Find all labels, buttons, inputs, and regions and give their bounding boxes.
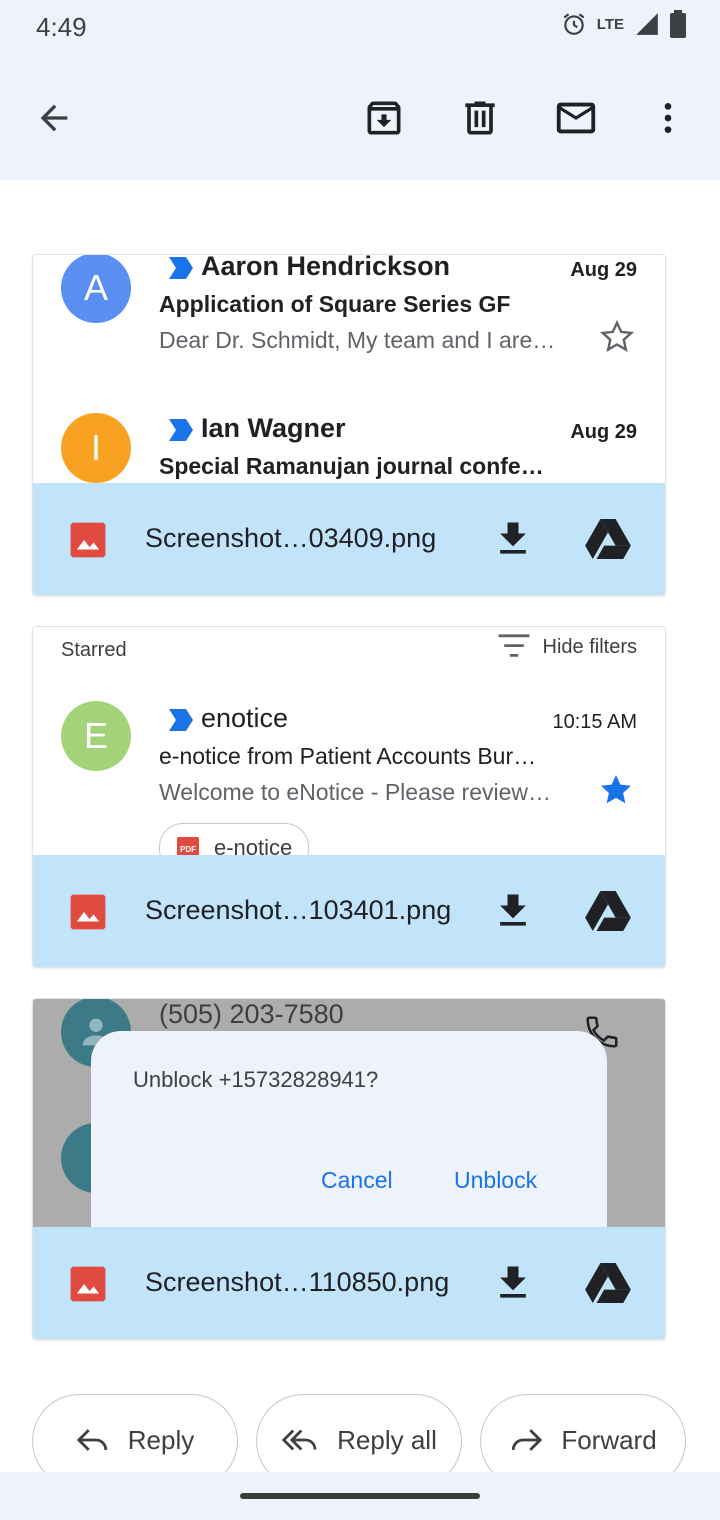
reply-actions: Reply Reply all Forward xyxy=(32,1394,692,1488)
status-icons: LTE xyxy=(561,10,686,38)
navigation-bar xyxy=(0,1472,720,1520)
important-marker-icon xyxy=(169,419,193,441)
attachment-bar-1: Screenshot…03409.png xyxy=(33,483,665,595)
attachment-card-2[interactable]: Starred Hide filters E enotice 10:15 AM … xyxy=(32,626,666,968)
status-time: 4:49 xyxy=(36,12,87,42)
sender-name: Aaron Hendrickson xyxy=(201,255,451,281)
reply-all-icon xyxy=(281,1429,317,1451)
list-item[interactable]: E enotice 10:15 AM e-notice from Patient… xyxy=(33,701,665,831)
attachment-preview-1: A Aaron Hendrickson Aug 29 Application o… xyxy=(33,255,665,483)
attachment-preview-2: Starred Hide filters E enotice 10:15 AM … xyxy=(33,627,665,855)
phone-number: (505) 203-7580 xyxy=(159,999,344,1029)
mark-unread-button[interactable] xyxy=(550,92,602,144)
download-icon[interactable] xyxy=(491,517,535,561)
archive-button[interactable] xyxy=(358,92,410,144)
reply-icon xyxy=(76,1429,107,1451)
pdf-badge-text: PDF xyxy=(180,845,196,854)
avatar: A xyxy=(61,255,131,323)
important-marker-icon xyxy=(169,257,193,279)
avatar: E xyxy=(61,701,131,771)
attachment-bar-2: Screenshot…103401.png xyxy=(33,855,665,967)
hide-filters-button[interactable]: Hide filters xyxy=(497,633,637,661)
list-item[interactable]: I Ian Wagner Aug 29 Special Ramanujan jo… xyxy=(33,413,665,483)
download-icon[interactable] xyxy=(491,889,535,933)
cancel-button[interactable]: Cancel xyxy=(321,1167,393,1194)
download-icon[interactable] xyxy=(491,1261,535,1305)
delete-icon xyxy=(465,101,495,135)
filter-icon xyxy=(498,634,529,657)
more-vert-icon xyxy=(664,103,672,133)
battery-icon xyxy=(670,10,686,38)
reply-all-label: Reply all xyxy=(337,1425,437,1455)
important-marker-icon xyxy=(169,709,193,731)
star-outline-icon[interactable] xyxy=(599,319,635,355)
email-subject: Application of Square Series GF xyxy=(159,291,511,317)
email-date: Aug 29 xyxy=(570,259,637,281)
back-button[interactable] xyxy=(28,92,80,144)
email-subject: e-notice from Patient Accounts Bur… xyxy=(159,743,537,769)
hide-filters-label: Hide filters xyxy=(542,635,637,658)
email-subject: Special Ramanujan journal confe… xyxy=(159,453,544,479)
filter-label: Starred xyxy=(61,639,127,661)
unblock-button[interactable]: Unblock xyxy=(454,1167,537,1194)
email-snippet: Dear Dr. Schmidt, My team and I are… xyxy=(159,327,556,353)
email-date: Aug 29 xyxy=(570,421,637,443)
alarm-icon xyxy=(563,13,585,35)
mail-icon xyxy=(556,102,596,134)
attachment-filename: Screenshot…103401.png xyxy=(145,895,452,925)
back-arrow-icon xyxy=(40,104,68,132)
save-to-drive-icon[interactable] xyxy=(585,891,631,931)
save-to-drive-icon[interactable] xyxy=(585,1263,631,1303)
image-file-icon xyxy=(70,1266,106,1302)
status-bar: 4:49 LTE xyxy=(0,0,720,56)
sender-name: Ian Wagner xyxy=(201,413,346,443)
more-options-button[interactable] xyxy=(642,92,694,144)
delete-button[interactable] xyxy=(454,92,506,144)
network-type: LTE xyxy=(596,15,624,33)
attachment-filename: Screenshot…110850.png xyxy=(145,1267,450,1297)
attachment-filename: Screenshot…03409.png xyxy=(145,523,437,553)
image-file-icon xyxy=(70,894,106,930)
attachment-card-1[interactable]: A Aaron Hendrickson Aug 29 Application o… xyxy=(32,254,666,596)
forward-label: Forward xyxy=(561,1425,657,1455)
home-gesture-handle[interactable] xyxy=(240,1493,480,1499)
sender-name: enotice xyxy=(201,703,289,733)
attachment-preview-3: (505) 203-7580 Unblock +15732828941? Can… xyxy=(33,999,665,1227)
save-to-drive-icon[interactable] xyxy=(585,519,631,559)
message-toolbar xyxy=(0,56,720,180)
attachment-bar-3: Screenshot…110850.png xyxy=(33,1227,665,1339)
image-file-icon xyxy=(70,522,106,558)
avatar: I xyxy=(61,413,131,483)
reply-label: Reply xyxy=(127,1425,195,1455)
forward-icon xyxy=(512,1429,543,1451)
unblock-dialog: Unblock +15732828941? Cancel Unblock xyxy=(91,1031,607,1227)
pdf-icon: PDF xyxy=(177,837,199,855)
signal-icon xyxy=(636,13,658,35)
star-filled-icon[interactable] xyxy=(597,771,635,809)
email-snippet: Welcome to eNotice - Please review… xyxy=(159,779,551,805)
chip-label: e-notice xyxy=(214,835,293,855)
archive-icon xyxy=(367,101,401,135)
dialog-title: Unblock +15732828941? xyxy=(133,1067,379,1092)
list-item[interactable]: A Aaron Hendrickson Aug 29 Application o… xyxy=(33,255,665,379)
attachment-chip[interactable]: PDF e-notice xyxy=(159,823,310,855)
attachment-card-3[interactable]: (505) 203-7580 Unblock +15732828941? Can… xyxy=(32,998,666,1340)
email-date: 10:15 AM xyxy=(552,711,637,733)
